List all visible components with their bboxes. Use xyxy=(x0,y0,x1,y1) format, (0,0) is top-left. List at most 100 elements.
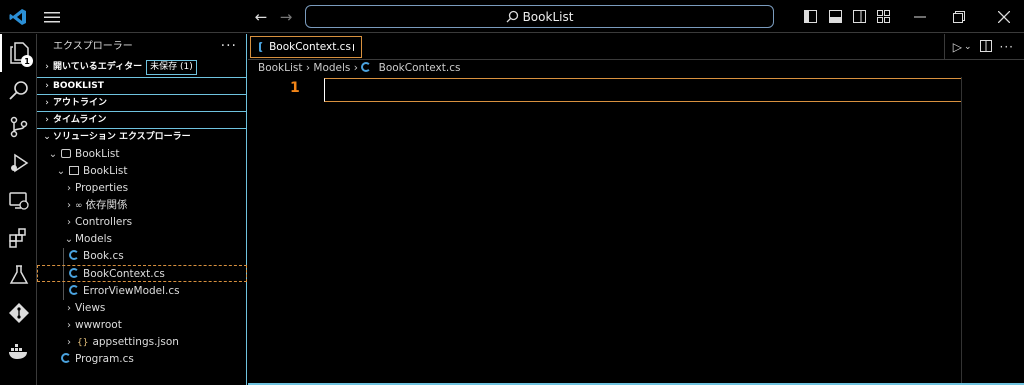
git-icon[interactable] xyxy=(0,294,37,332)
breadcrumb: BookList › Models › BookContext.cs xyxy=(258,60,460,77)
tree-item-label: Book.cs xyxy=(83,250,124,262)
tree-item-controllers[interactable]: › Controllers xyxy=(37,214,247,231)
tree-item-label: Properties xyxy=(75,182,129,194)
csharp-file-icon xyxy=(61,353,71,363)
tree-item-label: wwwroot xyxy=(75,319,122,331)
customize-layout-icon[interactable] xyxy=(873,0,893,33)
toggle-primary-sidebar-icon[interactable] xyxy=(800,0,820,33)
tree-item-program-cs[interactable]: Program.cs xyxy=(37,351,247,368)
run-debug-icon[interactable] xyxy=(0,144,37,182)
csharp-file-icon xyxy=(69,268,79,278)
section-outline[interactable]: › アウトライン xyxy=(37,94,247,111)
tree-item-label: 依存関係 xyxy=(85,199,128,211)
editor-tab-bar: BookContext.cs ▷ ⌄ ··· xyxy=(248,34,1024,60)
chevron-down-icon: ⌄ xyxy=(48,149,58,160)
extensions-icon[interactable] xyxy=(0,219,37,257)
tree-item-label: BookList xyxy=(83,165,128,177)
explorer-sidebar: エクスプローラー ··· › 開いているエディター 未保存 (1) › BOOKLIS… xyxy=(37,34,247,385)
breadcrumb-folder[interactable]: Models xyxy=(313,62,350,74)
tree-item-bookcontext-cs[interactable]: BookContext.cs xyxy=(37,265,247,282)
tab-label: BookContext.cs xyxy=(269,41,351,53)
line-number: 1 xyxy=(290,80,300,96)
tab-bookcontext-cs[interactable]: BookContext.cs xyxy=(250,36,362,58)
testing-icon[interactable] xyxy=(0,256,37,294)
minimize-icon[interactable] xyxy=(908,0,932,33)
search-view-icon[interactable] xyxy=(0,72,37,110)
more-actions-icon[interactable]: ··· xyxy=(221,34,237,59)
explorer-icon[interactable]: 1 xyxy=(0,34,37,72)
section-solution-explorer[interactable]: ⌄ ソリューション エクスプローラー xyxy=(37,128,247,145)
section-timeline[interactable]: › タイムライン xyxy=(37,111,247,128)
tree-item-project[interactable]: ⌄ BookList xyxy=(37,163,247,180)
chevron-down-icon: ⌄ xyxy=(64,234,74,245)
tree-item-label: Program.cs xyxy=(75,353,134,365)
tree-item-label: BookContext.cs xyxy=(83,268,165,280)
command-center-search[interactable]: BookList xyxy=(305,5,774,28)
section-open-editors[interactable]: › 開いているエディター 未保存 (1) xyxy=(37,59,247,76)
search-text: BookList xyxy=(522,9,574,24)
tree-item-wwwroot[interactable]: › wwwroot xyxy=(37,317,247,334)
explorer-badge: 1 xyxy=(21,55,33,67)
tree-item-properties[interactable]: › Properties xyxy=(37,180,247,197)
run-icon[interactable]: ▷ xyxy=(953,40,962,54)
csharp-file-icon xyxy=(69,250,79,260)
breadcrumb-project[interactable]: BookList xyxy=(258,62,303,74)
tree-item-appsettings-json[interactable]: › {} appsettings.json xyxy=(37,334,247,351)
chevron-down-icon: ⌄ xyxy=(43,132,51,142)
remote-explorer-icon[interactable] xyxy=(0,182,37,220)
title-bar: ← → BookList xyxy=(0,0,1024,33)
tree-item-models[interactable]: ⌄ Models xyxy=(37,231,247,248)
tree-item-errorviewmodel-cs[interactable]: ErrorViewModel.cs xyxy=(37,283,247,300)
section-booklist-label: BOOKLIST xyxy=(53,81,104,91)
more-actions-icon[interactable]: ··· xyxy=(1000,40,1014,54)
chevron-right-icon: › xyxy=(67,183,71,194)
tree-item-label: Controllers xyxy=(75,216,133,228)
tree-item-label: appsettings.json xyxy=(92,336,179,348)
chevron-right-icon: › xyxy=(67,303,71,314)
project-icon xyxy=(69,166,79,175)
source-control-icon[interactable] xyxy=(0,108,37,146)
split-editor-icon[interactable] xyxy=(979,39,992,55)
menu-icon[interactable] xyxy=(40,0,64,33)
chevron-right-icon: › xyxy=(67,337,71,348)
chevron-right-icon: › xyxy=(45,81,49,91)
editor-scrollbar[interactable] xyxy=(961,77,962,385)
chevron-right-icon: › xyxy=(67,200,71,211)
tree-item-solution[interactable]: ⌄ BookList xyxy=(37,146,247,163)
activity-bar: 1 xyxy=(0,34,37,385)
tree-item-book-cs[interactable]: Book.cs xyxy=(37,248,247,265)
chevron-right-icon: › xyxy=(45,115,49,125)
forward-icon[interactable]: → xyxy=(276,0,296,33)
tree-item-label: Models xyxy=(75,233,112,245)
explorer-title: エクスプローラー xyxy=(53,41,133,52)
tree-item-label: BookList xyxy=(75,148,120,160)
editor-current-line[interactable] xyxy=(324,78,961,102)
chevron-down-icon: ⌄ xyxy=(56,166,66,177)
unsaved-badge: 未保存 (1) xyxy=(146,60,197,75)
chevron-right-icon: › xyxy=(67,217,71,228)
chevron-right-icon: › xyxy=(45,98,49,108)
chevron-right-icon: › xyxy=(67,320,71,331)
chevron-down-icon[interactable]: ⌄ xyxy=(964,42,972,52)
section-timeline-label: タイムライン xyxy=(53,115,107,125)
csharp-file-icon xyxy=(361,62,372,72)
vscode-logo-icon xyxy=(6,0,30,33)
tree-item-label: ErrorViewModel.cs xyxy=(83,285,180,297)
breadcrumb-separator-icon: › xyxy=(353,62,362,74)
breadcrumb-file[interactable]: BookContext.cs xyxy=(379,62,461,74)
tree-item-label: Views xyxy=(75,302,106,314)
section-booklist[interactable]: › BOOKLIST xyxy=(37,77,247,94)
explorer-header: エクスプローラー ··· xyxy=(37,34,247,59)
solution-icon xyxy=(61,149,71,158)
section-solution-explorer-label: ソリューション エクスプローラー xyxy=(53,132,191,142)
tree-item-views[interactable]: › Views xyxy=(37,300,247,317)
restore-icon[interactable] xyxy=(947,0,971,33)
tree-item-dependencies[interactable]: › ∞ 依存関係 xyxy=(37,197,247,214)
toggle-panel-icon[interactable] xyxy=(825,0,845,33)
search-icon xyxy=(506,10,518,23)
toggle-secondary-sidebar-icon[interactable] xyxy=(849,0,869,33)
json-file-icon: {} xyxy=(77,338,89,348)
close-icon[interactable] xyxy=(992,0,1016,33)
docker-icon[interactable] xyxy=(0,332,37,370)
back-icon[interactable]: ← xyxy=(251,0,271,33)
